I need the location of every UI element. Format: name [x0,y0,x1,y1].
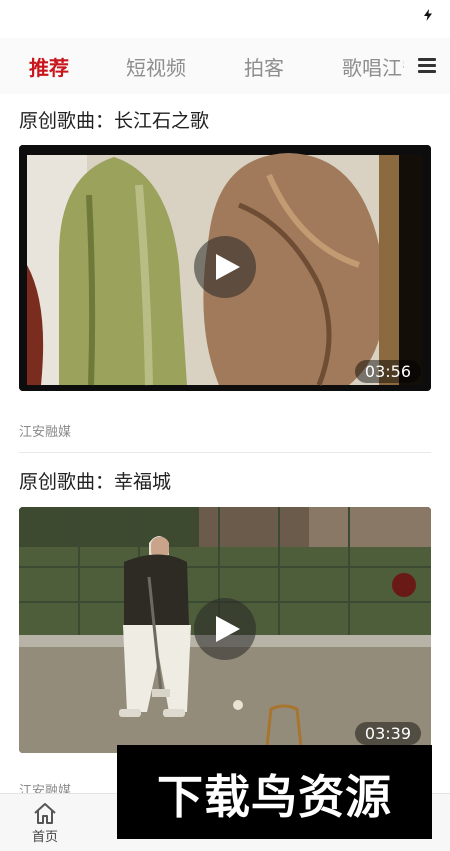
home-icon [34,803,56,824]
video-duration: 03:56 [354,360,421,383]
menu-icon[interactable] [418,58,436,74]
video-title[interactable]: 原创歌曲：幸福城 [19,467,171,494]
nav-home[interactable]: 首页 [0,794,90,851]
video-thumbnail[interactable]: 03:56 [19,145,431,391]
video-source: 江安融媒 [19,425,72,440]
tab-recommend[interactable]: 推荐 [29,52,69,81]
divider [19,452,431,453]
nav-home-label: 首页 [31,830,58,845]
channel-tabs: 推荐 短视频 拍客 歌唱江安 [0,38,450,94]
play-button[interactable] [194,236,256,298]
tab-short-video[interactable]: 短视频 [126,52,186,81]
charging-bolt-icon [424,9,432,21]
play-icon [216,254,240,280]
play-button[interactable] [194,598,256,660]
watermark-overlay: 下载鸟资源 [117,745,432,839]
status-bar [0,0,450,36]
play-icon [216,616,240,642]
video-title[interactable]: 原创歌曲：长江石之歌 [19,106,209,133]
tab-paike[interactable]: 拍客 [244,52,284,81]
video-thumbnail[interactable]: 03:39 [19,507,431,753]
video-duration: 03:39 [354,722,421,745]
watermark-text: 下载鸟资源 [157,770,392,824]
